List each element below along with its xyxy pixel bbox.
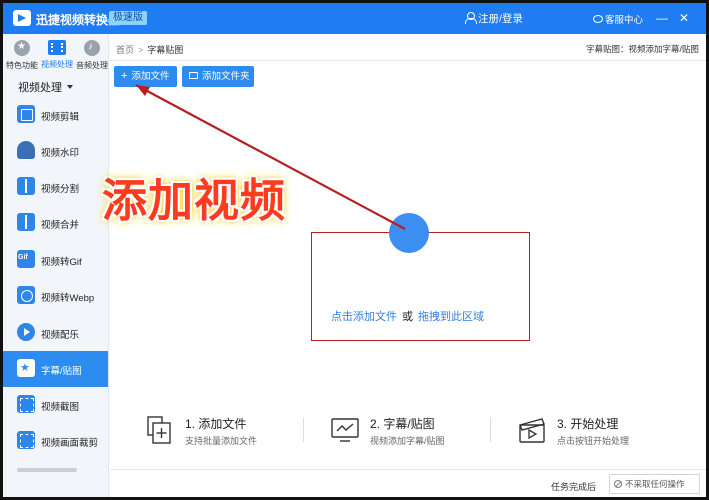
subtitle-icon <box>17 359 35 377</box>
sidebar-item-label: 视频配乐 <box>41 330 80 341</box>
screenshot-icon <box>17 395 35 413</box>
add-folder-button[interactable]: 添加文件夹 <box>182 66 254 87</box>
click-add-file-link[interactable]: 点击添加文件 <box>331 311 397 323</box>
annotation-text: 添加视频 <box>102 175 287 226</box>
step-title: 3. 开始处理 <box>557 417 619 431</box>
plus-icon: + <box>121 70 128 82</box>
film-icon <box>48 40 66 55</box>
app-window: 迅捷视频转换器 极速版 注册/登录 客服中心 — ✕ 特色功能 视频处理 音频处… <box>0 0 709 500</box>
sidebar-item-label: 视频截图 <box>41 402 80 413</box>
divider <box>110 469 706 470</box>
folder-icon <box>189 72 198 79</box>
sidebar-item-to-gif[interactable]: 视频转Gif <box>3 242 108 278</box>
audio-icon <box>17 323 35 341</box>
merge-icon <box>17 213 35 231</box>
step-desc: 点击按钮开始处理 <box>557 436 630 446</box>
step-desc: 视频添加字幕/贴图 <box>370 436 445 446</box>
sidebar-item-label: 视频转Gif <box>41 257 82 268</box>
breadcrumb-separator: > <box>138 45 144 55</box>
category-tab-featured[interactable]: 特色功能 <box>5 40 39 74</box>
sidebar-item-label: 视频画面裁剪 <box>41 438 99 449</box>
breadcrumb-home[interactable]: 首页 <box>116 45 134 55</box>
section-label: 视频处理 <box>18 82 62 94</box>
step-desc: 支持批量添加文件 <box>185 436 258 446</box>
app-logo-icon <box>13 10 31 26</box>
login-link[interactable]: 注册/登录 <box>465 11 523 26</box>
sidebar-item-label: 视频剪辑 <box>41 112 80 123</box>
section-dropdown[interactable]: 视频处理 <box>18 79 73 95</box>
gif-icon <box>17 250 35 268</box>
sidebar-item-video-edit[interactable]: 视频剪辑 <box>3 97 108 133</box>
step-divider <box>490 418 491 442</box>
sidebar-item-to-webp[interactable]: 视频转Webp <box>3 278 108 314</box>
sidebar-item-screenshot[interactable]: 视频截图 <box>3 387 108 423</box>
service-center-link[interactable]: 客服中心 <box>593 12 643 26</box>
app-title: 迅捷视频转换器 <box>36 13 121 27</box>
sidebar: 特色功能 视频处理 音频处理 视频处理 视频剪辑 视频水印 视频分割 视频合并 <box>3 34 109 497</box>
category-label: 音频处理 <box>76 61 108 70</box>
drop-or-text: 或 <box>402 311 413 323</box>
edition-badge: 极速版 <box>109 11 147 25</box>
crop-icon <box>17 431 35 449</box>
star-icon <box>14 40 30 56</box>
after-task-value: 不采取任何操作 <box>625 479 685 489</box>
sidebar-item-label: 视频合并 <box>41 220 80 231</box>
add-file-label: 添加文件 <box>131 71 170 82</box>
chat-icon <box>593 15 603 23</box>
clapperboard-icon <box>519 418 545 443</box>
sidebar-item-soundtrack[interactable]: 视频配乐 <box>3 315 108 351</box>
sidebar-item-subtitle[interactable]: 字幕/贴图 <box>3 351 108 387</box>
edit-icon <box>17 105 35 123</box>
click-indicator-circle <box>389 213 429 253</box>
task-done-label: 任务完成后 <box>551 482 597 492</box>
ban-icon <box>614 480 622 488</box>
watermark-icon <box>17 141 35 159</box>
sidebar-item-crop[interactable]: 视频画面裁剪 <box>3 423 108 459</box>
drop-zone-text: 点击添加文件或拖拽到此区域 <box>331 308 484 324</box>
category-tab-audio[interactable]: 音频处理 <box>75 40 109 74</box>
close-button[interactable]: ✕ <box>678 11 690 25</box>
breadcrumb: 首页 > 字幕贴图 <box>116 43 183 56</box>
sidebar-item-label: 视频水印 <box>41 148 80 159</box>
minimize-button[interactable]: — <box>656 11 668 25</box>
sidebar-item-label: 视频转Webp <box>41 293 95 304</box>
sidebar-item-split[interactable]: 视频分割 <box>3 169 108 205</box>
title-bar: 迅捷视频转换器 极速版 注册/登录 客服中心 — ✕ <box>3 3 706 34</box>
step-title: 1. 添加文件 <box>185 417 247 431</box>
service-label: 客服中心 <box>605 15 644 26</box>
step-divider <box>303 418 304 442</box>
login-label: 注册/登录 <box>478 13 523 25</box>
sidebar-overflow-item <box>17 466 87 472</box>
split-icon <box>17 177 35 195</box>
category-label: 特色功能 <box>6 61 38 70</box>
sidebar-item-label: 字幕/贴图 <box>41 366 82 377</box>
caret-down-icon <box>67 85 73 89</box>
add-folder-label: 添加文件夹 <box>202 71 250 82</box>
category-tab-video[interactable]: 视频处理 <box>40 40 74 74</box>
user-icon <box>465 12 477 24</box>
sidebar-item-watermark[interactable]: 视频水印 <box>3 133 108 169</box>
after-task-select[interactable]: 不采取任何操作 <box>609 474 700 494</box>
add-file-icon <box>147 416 171 444</box>
sidebar-item-merge[interactable]: 视频合并 <box>3 205 108 241</box>
breadcrumb-current: 字幕贴图 <box>147 45 184 55</box>
monitor-icon <box>331 418 359 442</box>
webp-icon <box>17 286 35 304</box>
feature-description: 字幕贴图：视频添加字幕/贴图 <box>586 44 699 54</box>
category-label: 视频处理 <box>41 60 73 69</box>
add-file-button[interactable]: + 添加文件 <box>114 66 177 87</box>
divider <box>110 60 706 61</box>
step-title: 2. 字幕/贴图 <box>370 417 435 431</box>
sidebar-item-label: 视频分割 <box>41 184 80 195</box>
music-icon <box>84 40 100 56</box>
drag-here-link[interactable]: 拖拽到此区域 <box>418 311 484 323</box>
